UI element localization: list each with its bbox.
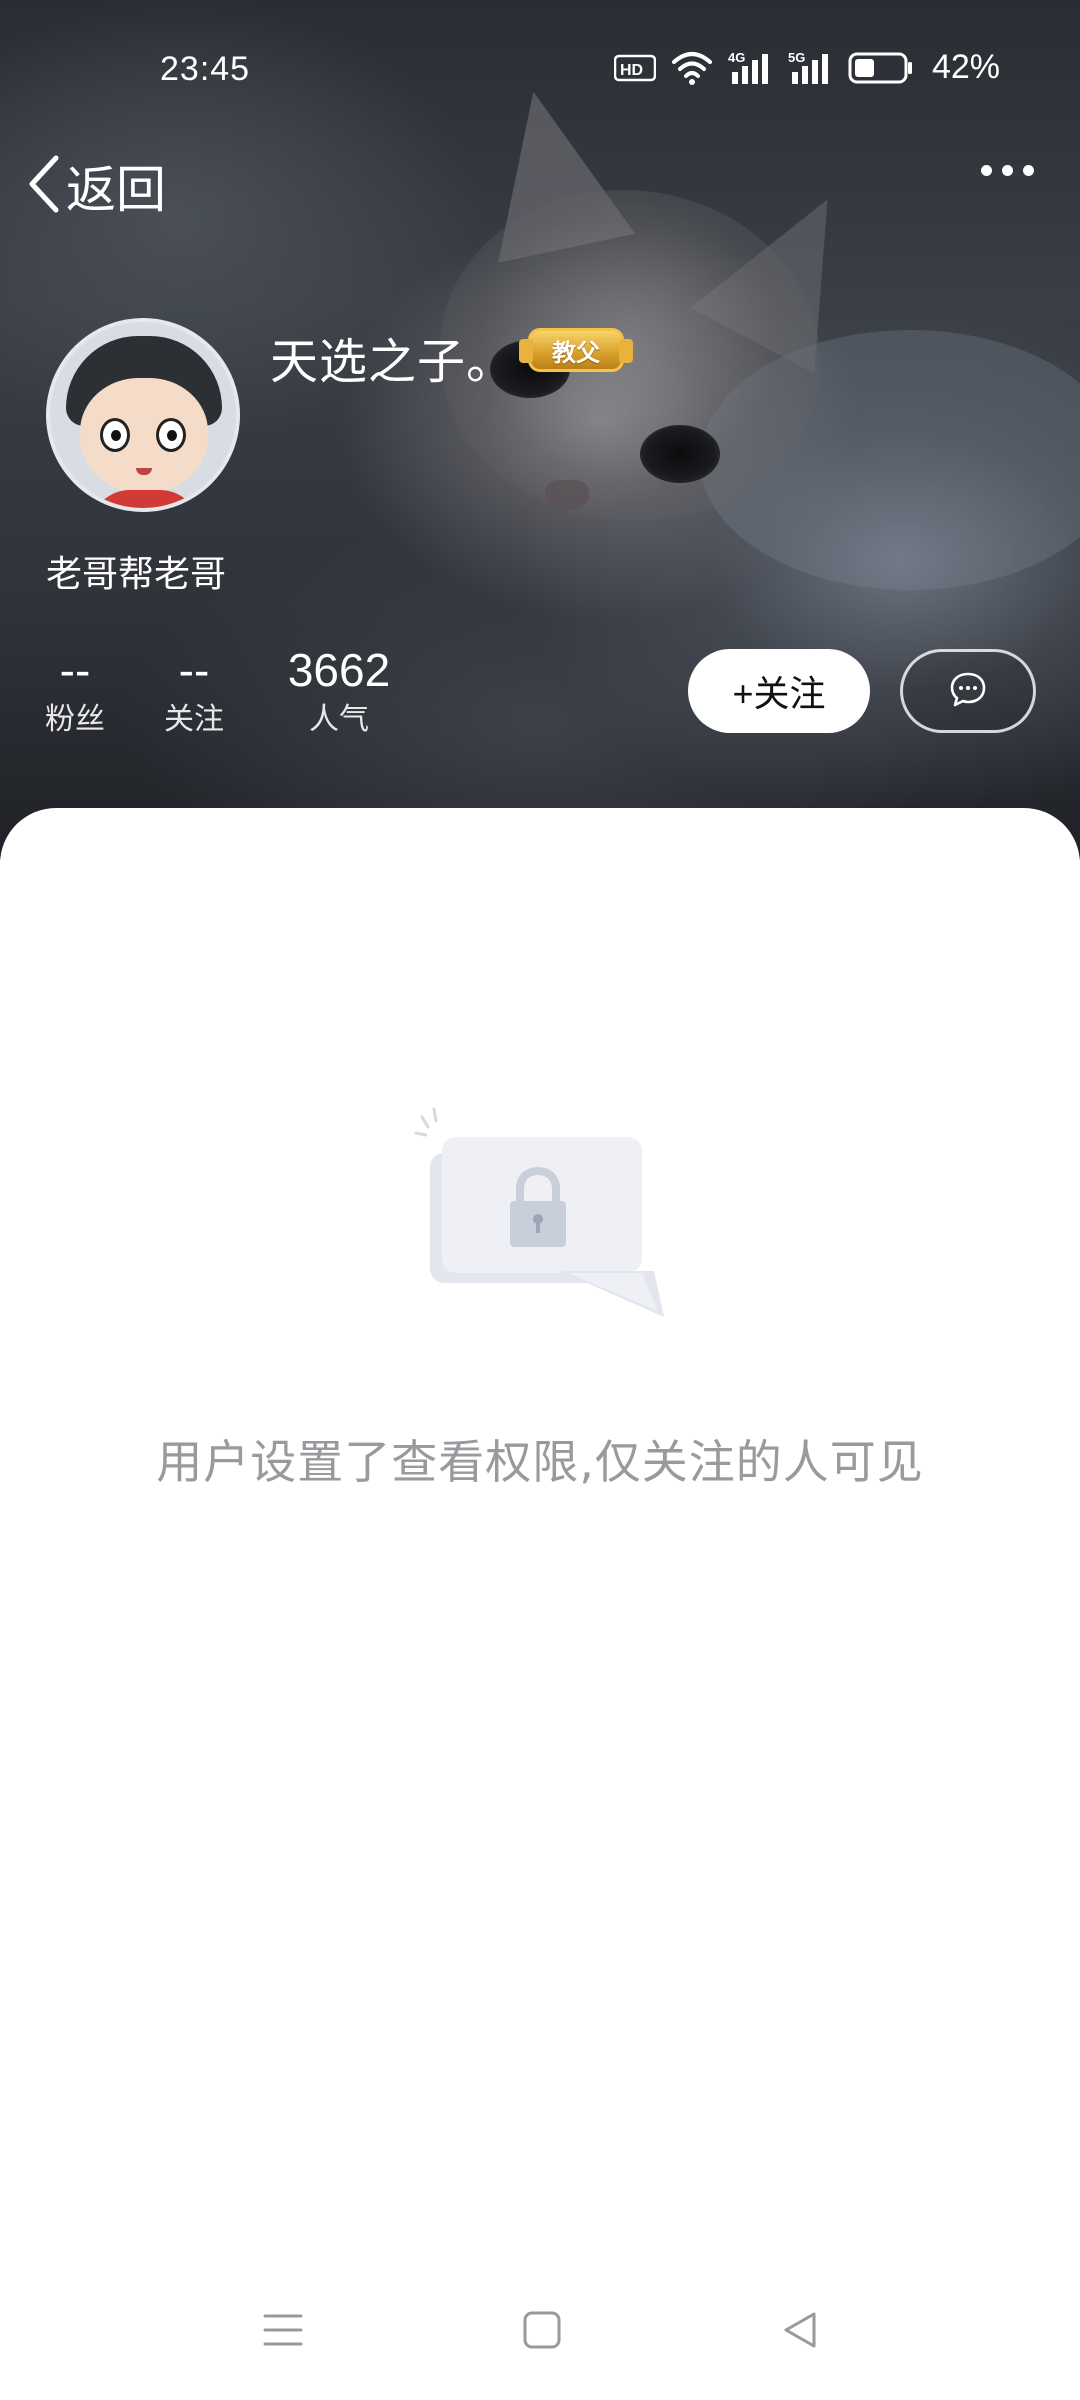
stat-fans-value: -- <box>59 644 91 696</box>
back-button[interactable]: 返回 <box>26 150 166 222</box>
stat-following-label: 关注 <box>164 702 224 737</box>
stat-popularity-value: 3662 <box>287 644 391 696</box>
chat-bubble-icon <box>948 669 988 713</box>
signal-4g-icon: 4G <box>728 50 774 86</box>
cover-cat-nose <box>545 480 589 510</box>
svg-text:4G: 4G <box>728 50 745 65</box>
rank-badge[interactable]: 教父 <box>519 328 633 372</box>
status-icons: HD 4G 5G 42% <box>613 48 1000 87</box>
privacy-message: 用户设置了查看权限,仅关注的人可见 <box>156 1435 924 1489</box>
avatar-eye-left <box>100 418 130 452</box>
avatar-eye-right <box>156 418 186 452</box>
stat-popularity-label: 人气 <box>309 702 369 737</box>
avatar[interactable] <box>46 318 240 512</box>
back-label: 返回 <box>66 161 166 219</box>
hd-icon: HD <box>613 53 656 83</box>
status-time: 23:45 <box>160 50 251 88</box>
more-dot <box>1023 165 1034 176</box>
system-nav-bar <box>0 2290 1080 2370</box>
stat-fans[interactable]: -- 粉丝 <box>44 640 106 740</box>
wifi-icon <box>670 50 714 86</box>
content-card: 用户设置了查看权限,仅关注的人可见 <box>0 808 1080 2400</box>
cover-cat-eye-right <box>640 425 720 483</box>
stat-popularity: 3662 人气 <box>282 640 396 740</box>
svg-text:5G: 5G <box>788 50 805 65</box>
menu-icon[interactable] <box>263 2310 303 2354</box>
signal-5g-icon: 5G <box>788 50 834 86</box>
stat-following[interactable]: -- 关注 <box>163 640 225 740</box>
profile-display-name: 天选之子。 <box>270 334 516 390</box>
battery-icon <box>848 51 914 85</box>
battery-percent: 42% <box>931 48 1000 86</box>
stat-following-value: -- <box>178 644 210 696</box>
svg-text:HD: HD <box>620 62 643 79</box>
stat-fans-label: 粉丝 <box>45 702 105 737</box>
lock-icon <box>410 1103 670 1323</box>
status-bar: 23:45 HD 4G 5G 42% <box>0 40 1080 110</box>
profile-username: 老哥帮老哥 <box>46 554 227 595</box>
chevron-left-icon <box>26 154 62 218</box>
triangle-back-icon[interactable] <box>780 2310 820 2354</box>
message-button[interactable] <box>900 649 1036 733</box>
home-square-icon[interactable] <box>522 2310 562 2354</box>
follow-button[interactable]: +关注 <box>688 649 870 733</box>
more-dot <box>1002 165 1013 176</box>
profile-screen: 23:45 HD 4G 5G 42% 返回 天选之子。 教父 老哥帮老哥 -- … <box>0 0 1080 2400</box>
more-dot <box>981 165 992 176</box>
more-options-button[interactable] <box>981 165 1034 176</box>
